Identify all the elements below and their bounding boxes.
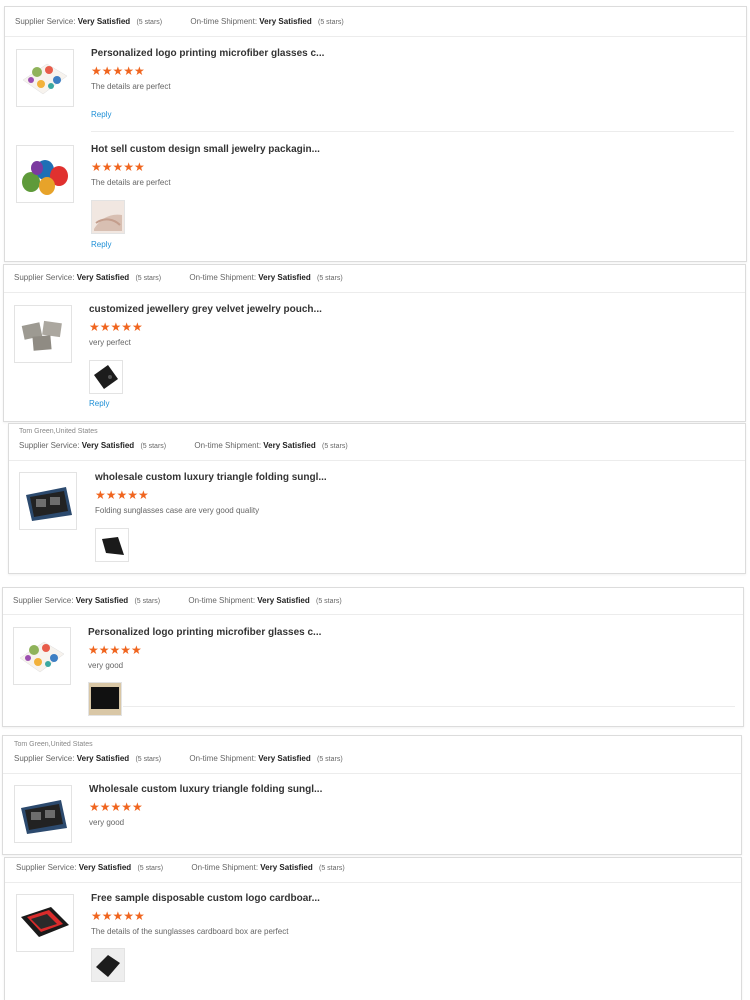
star-rating: ★★★★★: [89, 800, 143, 814]
divider: [3, 773, 741, 774]
ontime-shipment-note: (5 stars): [318, 19, 344, 26]
rating-summary: Supplier Service: Very Satisfied (5 star…: [13, 596, 743, 610]
ontime-shipment-value: Very Satisfied: [263, 441, 316, 450]
rating-summary: Supplier Service: Very Satisfied (5 star…: [16, 863, 741, 877]
product-image[interactable]: [16, 894, 74, 952]
reviewer-name: Tom Green,United States: [19, 428, 98, 435]
ontime-shipment-note: (5 stars): [319, 865, 345, 872]
ontime-shipment-label: On-time Shipment:: [189, 273, 257, 282]
divider: [4, 292, 745, 293]
product-title[interactable]: wholesale custom luxury triangle folding…: [95, 472, 327, 483]
review-card-2: Supplier Service: Very Satisfied (5 star…: [3, 264, 746, 422]
ontime-shipment-value: Very Satisfied: [260, 863, 313, 872]
ontime-shipment-note: (5 stars): [322, 443, 348, 450]
review-comment: very good: [89, 818, 125, 827]
ontime-shipment-label: On-time Shipment:: [194, 441, 262, 450]
product-title[interactable]: Personalized logo printing microfiber gl…: [91, 48, 324, 59]
divider: [9, 460, 745, 461]
product-image[interactable]: [14, 785, 72, 843]
reply-link[interactable]: Reply: [91, 110, 111, 119]
supplier-service-value: Very Satisfied: [78, 863, 132, 872]
supplier-service-value: Very Satisfied: [75, 596, 129, 605]
supplier-service-label: Supplier Service:: [19, 441, 80, 450]
supplier-service-label: Supplier Service:: [13, 596, 74, 605]
reply-link[interactable]: Reply: [89, 399, 109, 408]
ontime-shipment-label: On-time Shipment:: [189, 754, 257, 763]
divider: [91, 131, 734, 132]
supplier-service-value: Very Satisfied: [76, 754, 130, 763]
review-comment: The details are perfect: [91, 178, 171, 187]
review-card-5: Tom Green,United States Supplier Service…: [2, 735, 742, 855]
star-rating: ★★★★★: [91, 64, 145, 78]
ontime-shipment-label: On-time Shipment:: [188, 596, 256, 605]
supplier-service-note: (5 stars): [135, 756, 162, 763]
review-comment: very good: [88, 661, 124, 670]
star-rating: ★★★★★: [89, 320, 143, 334]
ontime-shipment-note: (5 stars): [317, 756, 343, 763]
star-rating: ★★★★★: [95, 488, 149, 502]
review-comment: very perfect: [89, 338, 131, 347]
rating-summary: Supplier Service: Very Satisfied (5 star…: [19, 441, 745, 455]
ontime-shipment-value: Very Satisfied: [259, 17, 312, 26]
star-rating: ★★★★★: [91, 160, 145, 174]
product-image[interactable]: [16, 49, 74, 107]
supplier-service-label: Supplier Service:: [14, 754, 75, 763]
review-comment: The details of the sunglasses cardboard …: [91, 927, 289, 936]
product-title[interactable]: Hot sell custom design small jewelry pac…: [91, 144, 320, 155]
supplier-service-label: Supplier Service:: [16, 863, 77, 872]
reply-link[interactable]: Reply: [91, 240, 111, 249]
divider: [5, 882, 741, 883]
review-photo[interactable]: [88, 682, 122, 716]
supplier-service-note: (5 stars): [140, 443, 167, 450]
ontime-shipment-value: Very Satisfied: [258, 754, 311, 763]
review-card-6: Supplier Service: Very Satisfied (5 star…: [4, 857, 742, 1000]
review-card-3: Tom Green,United States Supplier Service…: [8, 423, 746, 574]
product-image[interactable]: [19, 472, 77, 530]
divider: [5, 36, 746, 37]
ontime-shipment-label: On-time Shipment:: [190, 17, 258, 26]
product-image[interactable]: [16, 145, 74, 203]
rating-summary: Supplier Service: Very Satisfied (5 star…: [14, 273, 745, 287]
divider: [123, 706, 735, 707]
review-comment: Folding sunglasses case are very good qu…: [95, 506, 260, 515]
supplier-service-value: Very Satisfied: [76, 273, 130, 282]
review-photo[interactable]: [89, 360, 123, 394]
ontime-shipment-note: (5 stars): [316, 598, 342, 605]
product-image[interactable]: [14, 305, 72, 363]
reviewer-name: Tom Green,United States: [14, 741, 93, 748]
product-title[interactable]: Wholesale custom luxury triangle folding…: [89, 784, 322, 795]
star-rating: ★★★★★: [88, 643, 142, 657]
supplier-service-label: Supplier Service:: [14, 273, 75, 282]
review-photo[interactable]: [91, 200, 125, 234]
review-comment: The details are perfect: [91, 82, 171, 91]
ontime-shipment-value: Very Satisfied: [258, 273, 311, 282]
product-image[interactable]: [13, 627, 71, 685]
review-photo[interactable]: [91, 948, 125, 982]
ontime-shipment-note: (5 stars): [317, 275, 343, 282]
star-rating: ★★★★★: [91, 909, 145, 923]
supplier-service-label: Supplier Service:: [15, 17, 76, 26]
product-title[interactable]: Free sample disposable custom logo cardb…: [91, 893, 320, 904]
product-title[interactable]: Personalized logo printing microfiber gl…: [88, 627, 321, 638]
review-card-4: Supplier Service: Very Satisfied (5 star…: [2, 587, 744, 727]
review-card-1: Supplier Service: Very Satisfied (5 star…: [4, 6, 747, 262]
supplier-service-note: (5 stars): [137, 865, 164, 872]
ontime-shipment-label: On-time Shipment:: [191, 863, 259, 872]
supplier-service-note: (5 stars): [136, 19, 163, 26]
rating-summary: Supplier Service: Very Satisfied (5 star…: [15, 17, 746, 31]
supplier-service-note: (5 stars): [134, 598, 161, 605]
supplier-service-value: Very Satisfied: [77, 17, 131, 26]
supplier-service-note: (5 stars): [135, 275, 162, 282]
product-title[interactable]: customized jewellery grey velvet jewelry…: [89, 304, 322, 315]
ontime-shipment-value: Very Satisfied: [257, 596, 310, 605]
supplier-service-value: Very Satisfied: [81, 441, 135, 450]
review-photo[interactable]: [95, 528, 129, 562]
divider: [3, 614, 743, 615]
rating-summary: Supplier Service: Very Satisfied (5 star…: [14, 754, 741, 768]
